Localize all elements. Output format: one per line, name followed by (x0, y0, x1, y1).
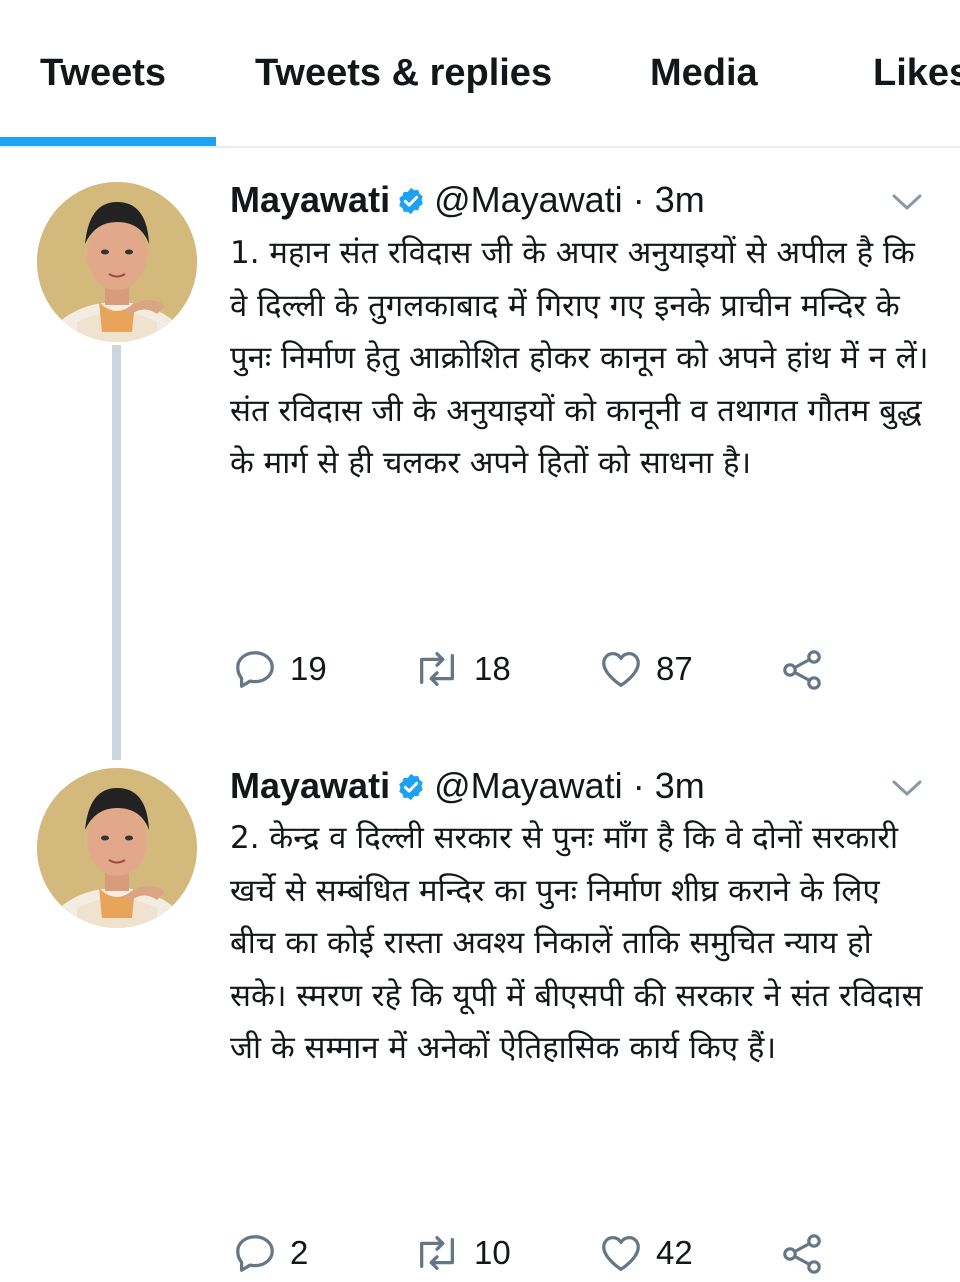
share-icon (783, 1234, 821, 1274)
tab-likes[interactable]: Likes (873, 52, 960, 95)
like-count: 87 (656, 650, 693, 687)
verified-badge-icon (396, 184, 426, 224)
separator-dot: · (632, 765, 645, 806)
separator-dot: · (632, 179, 645, 220)
reply-count: 2 (290, 1234, 309, 1271)
tweet-actions: 2 10 42 (232, 1230, 852, 1280)
display-name[interactable]: Mayawati (230, 765, 390, 806)
chevron-down-icon[interactable] (890, 190, 924, 218)
tab-tweets-and-replies[interactable]: Tweets & replies (255, 52, 552, 95)
tab-tweets[interactable]: Tweets (40, 52, 166, 95)
tab-media[interactable]: Media (650, 52, 758, 95)
avatar[interactable] (37, 768, 197, 928)
avatar[interactable] (37, 182, 197, 342)
share-button[interactable] (778, 1230, 826, 1282)
handle[interactable]: @Mayawati (434, 179, 623, 220)
timestamp[interactable]: 3m (655, 179, 705, 220)
verified-badge-icon (396, 770, 426, 810)
retweet-count: 10 (474, 1234, 511, 1271)
reply-button[interactable]: 19 (232, 646, 327, 692)
retweet-button[interactable]: 18 (412, 646, 511, 692)
profile-tabs: Tweets Tweets & replies Media Likes (0, 0, 960, 148)
heart-icon (602, 652, 640, 687)
share-icon (783, 650, 821, 690)
retweet-icon (420, 652, 454, 686)
retweet-button[interactable]: 10 (412, 1230, 511, 1276)
reply-icon (236, 651, 274, 688)
reply-button[interactable]: 2 (232, 1230, 308, 1276)
reply-count: 19 (290, 650, 327, 687)
tweet-header: Mayawati @Mayawati · 3m (230, 766, 705, 810)
like-button[interactable]: 87 (598, 646, 693, 692)
tweet-text: 2. केन्द्र व दिल्ली सरकार से पुनः माँग ह… (230, 820, 933, 1066)
active-tab-indicator (0, 137, 216, 146)
retweet-count: 18 (474, 650, 511, 687)
chevron-down-icon[interactable] (890, 776, 924, 804)
like-button[interactable]: 42 (598, 1230, 693, 1276)
like-count: 42 (656, 1234, 693, 1271)
thread-line (112, 345, 121, 760)
share-button[interactable] (778, 646, 826, 698)
display-name[interactable]: Mayawati (230, 179, 390, 220)
timestamp[interactable]: 3m (655, 765, 705, 806)
tweet-actions: 19 18 87 (232, 646, 852, 696)
heart-icon (602, 1236, 640, 1271)
reply-icon (236, 1235, 274, 1272)
handle[interactable]: @Mayawati (434, 765, 623, 806)
tweet-text: 1. महान संत रविदास जी के अपार अनुयाइयों … (230, 235, 939, 481)
retweet-icon (420, 1236, 454, 1270)
tweet-header: Mayawati @Mayawati · 3m (230, 180, 705, 224)
